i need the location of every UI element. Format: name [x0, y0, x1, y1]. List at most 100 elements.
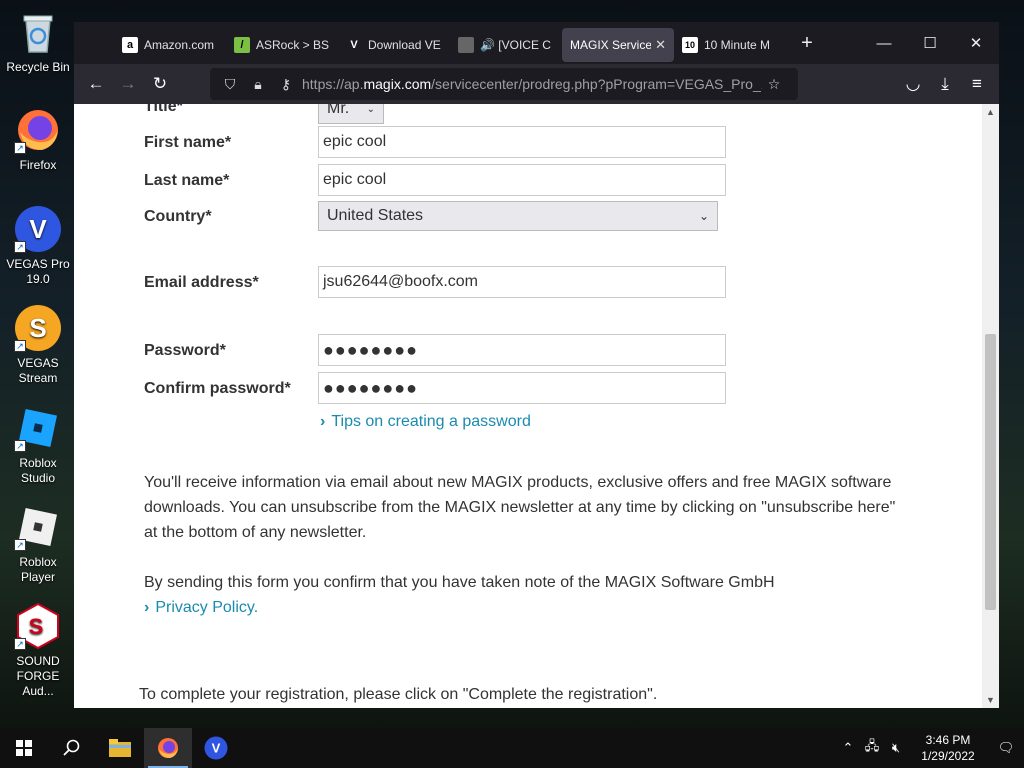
url-text[interactable]: https://ap.magix.com/servicecenter/prodr…	[302, 76, 762, 92]
bookmark-star-icon[interactable]: ☆	[762, 76, 786, 93]
scrollbar-thumb[interactable]	[985, 334, 996, 610]
shortcut-arrow-icon: ↗	[14, 638, 26, 650]
desktop-icon-label: Roblox Studio	[19, 456, 57, 485]
nav-bar: ← → ↻ ⛉ 🔒︎ ⚷ https://ap.magix.com/servic…	[74, 64, 999, 104]
tab-download-vegas[interactable]: V Download VE	[338, 28, 450, 62]
title-label: Title*	[144, 104, 183, 115]
tab-10-minute-mail[interactable]: 10 10 Minute M	[674, 28, 786, 62]
password-field[interactable]: ●●●●●●●●	[318, 334, 726, 366]
tab-title: Amazon.com	[144, 38, 215, 52]
minimize-icon[interactable]: —	[861, 22, 907, 64]
svg-text:V: V	[29, 214, 47, 244]
vegas-pro-taskbar-icon[interactable]: V	[192, 728, 240, 768]
lock-icon[interactable]: 🔒︎	[246, 76, 270, 93]
shortcut-arrow-icon: ↗	[14, 340, 26, 352]
url-bar[interactable]: ⛉ 🔒︎ ⚷ https://ap.magix.com/servicecente…	[210, 68, 798, 100]
last-name-field[interactable]: epic cool	[318, 164, 726, 196]
file-explorer-icon[interactable]	[96, 728, 144, 768]
email-field[interactable]: jsu62644@boofx.com	[318, 266, 726, 298]
country-select[interactable]: United States ⌄	[318, 201, 718, 231]
firefox-icon: ↗	[14, 106, 62, 154]
password-tips-link[interactable]: › Tips on creating a password	[320, 413, 531, 431]
confirm-password-label: Confirm password*	[144, 380, 291, 397]
new-tab-button[interactable]: +	[792, 28, 822, 58]
system-tray: ⌃ 🖧︎ 🔇︎ 3:46 PM 1/29/2022 🗨︎	[836, 728, 1024, 768]
desktop-icon-vegas-stream[interactable]: S ↗ VEGAS Stream	[1, 304, 75, 386]
first-name-label: First name*	[144, 134, 232, 151]
desktop-icon-recycle-bin[interactable]: Recycle Bin	[1, 8, 75, 75]
firefox-taskbar-icon[interactable]	[144, 728, 192, 768]
forward-arrow-icon[interactable]: →	[112, 68, 144, 100]
clock[interactable]: 3:46 PM 1/29/2022	[908, 732, 988, 764]
windows-start-icon[interactable]	[0, 728, 48, 768]
complete-registration-text: To complete your registration, please cl…	[139, 686, 658, 703]
desktop-icon-sound-forge[interactable]: S ↗ SOUND FORGE Aud...	[1, 602, 75, 699]
first-name-field[interactable]: epic cool	[318, 126, 726, 158]
tab-title: 10 Minute M	[704, 38, 771, 52]
country-label: Country*	[144, 208, 212, 225]
desktop-icon-roblox-studio[interactable]: ↗ Roblox Studio	[1, 404, 75, 486]
roblox-player-icon: ↗	[14, 503, 62, 551]
network-icon[interactable]: 🖧︎	[860, 737, 884, 759]
notification-icon[interactable]: 🗨︎	[988, 740, 1024, 756]
desktop-icon-label: Firefox	[19, 158, 57, 172]
desktop-icon-label: SOUND FORGE Aud...	[16, 654, 60, 698]
roblox-studio-icon: ↗	[14, 404, 62, 452]
desktop-icon-vegas-pro[interactable]: V ↗ VEGAS Pro 19.0	[1, 205, 75, 287]
close-window-icon[interactable]: ✕	[953, 22, 999, 64]
chevron-up-icon[interactable]: ⌃	[836, 740, 860, 756]
shield-icon[interactable]: ⛉	[218, 76, 242, 93]
pocket-icon[interactable]: ◡	[897, 68, 929, 100]
privacy-policy-link[interactable]: › Privacy Policy.	[144, 599, 258, 616]
page-icon	[458, 37, 474, 53]
browser-window: a Amazon.com / ASRock > BS V Download VE…	[74, 22, 999, 708]
window-controls: — ☐ ✕	[861, 22, 999, 64]
reload-icon[interactable]: ↻	[144, 68, 176, 100]
chevron-right-icon: ›	[320, 413, 326, 430]
tab-title: 🔊 [VOICE C	[480, 38, 551, 52]
shortcut-arrow-icon: ↗	[14, 440, 26, 452]
tab-amazon[interactable]: a Amazon.com	[114, 28, 226, 62]
last-name-label: Last name*	[144, 172, 230, 189]
svg-text:S: S	[29, 313, 46, 343]
maximize-icon[interactable]: ☐	[907, 22, 953, 64]
tab-asrock[interactable]: / ASRock > BS	[226, 28, 338, 62]
scroll-up-icon[interactable]: ▲	[982, 104, 999, 120]
ten-minute-mail-icon: 10	[682, 37, 698, 53]
desktop-icon-label: Roblox Player	[19, 555, 57, 584]
password-label: Password*	[144, 342, 226, 359]
vegas-pro-icon: V ↗	[14, 205, 62, 253]
page-content: Title* Mr. ⌄ First name* epic cool Last n…	[74, 104, 999, 708]
chevron-down-icon: ⌄	[698, 209, 709, 223]
desktop-icon-label: Recycle Bin	[6, 60, 70, 74]
tab-magix-service[interactable]: MAGIX Service ✕	[562, 28, 674, 62]
desktop-icon-roblox-player[interactable]: ↗ Roblox Player	[1, 503, 75, 585]
tab-title: ASRock > BS	[256, 38, 330, 52]
vegas-stream-icon: S ↗	[14, 304, 62, 352]
key-icon[interactable]: ⚷	[274, 76, 298, 93]
tab-voice[interactable]: 🔊 [VOICE C	[450, 28, 562, 62]
page-scrollbar[interactable]: ▲ ▼	[982, 104, 999, 708]
email-label: Email address*	[144, 274, 259, 291]
shortcut-arrow-icon: ↗	[14, 142, 26, 154]
menu-icon[interactable]: ≡	[961, 68, 993, 100]
title-select[interactable]: Mr. ⌄	[318, 104, 384, 124]
chevron-right-icon: ›	[144, 599, 150, 616]
sound-forge-icon: S ↗	[14, 602, 62, 650]
volume-muted-icon[interactable]: 🔇︎	[884, 740, 908, 756]
amazon-icon: a	[122, 37, 138, 53]
back-arrow-icon[interactable]: ←	[80, 68, 112, 100]
shortcut-arrow-icon: ↗	[14, 539, 26, 551]
chevron-down-icon: ⌄	[366, 104, 375, 115]
desktop-icon-label: VEGAS Pro 19.0	[6, 257, 70, 286]
close-icon[interactable]: ✕	[655, 37, 666, 53]
search-icon[interactable]	[48, 728, 96, 768]
scroll-down-icon[interactable]: ▼	[982, 692, 999, 708]
desktop-icon-firefox[interactable]: ↗ Firefox	[1, 106, 75, 173]
taskbar: V ⌃ 🖧︎ 🔇︎ 3:46 PM 1/29/2022 🗨︎	[0, 728, 1024, 768]
privacy-confirm-text: By sending this form you confirm that yo…	[144, 574, 775, 616]
download-icon[interactable]: ⤓	[929, 68, 961, 100]
confirm-password-field[interactable]: ●●●●●●●●	[318, 372, 726, 404]
recycle-bin-icon	[14, 8, 62, 56]
tab-bar: a Amazon.com / ASRock > BS V Download VE…	[74, 22, 999, 64]
